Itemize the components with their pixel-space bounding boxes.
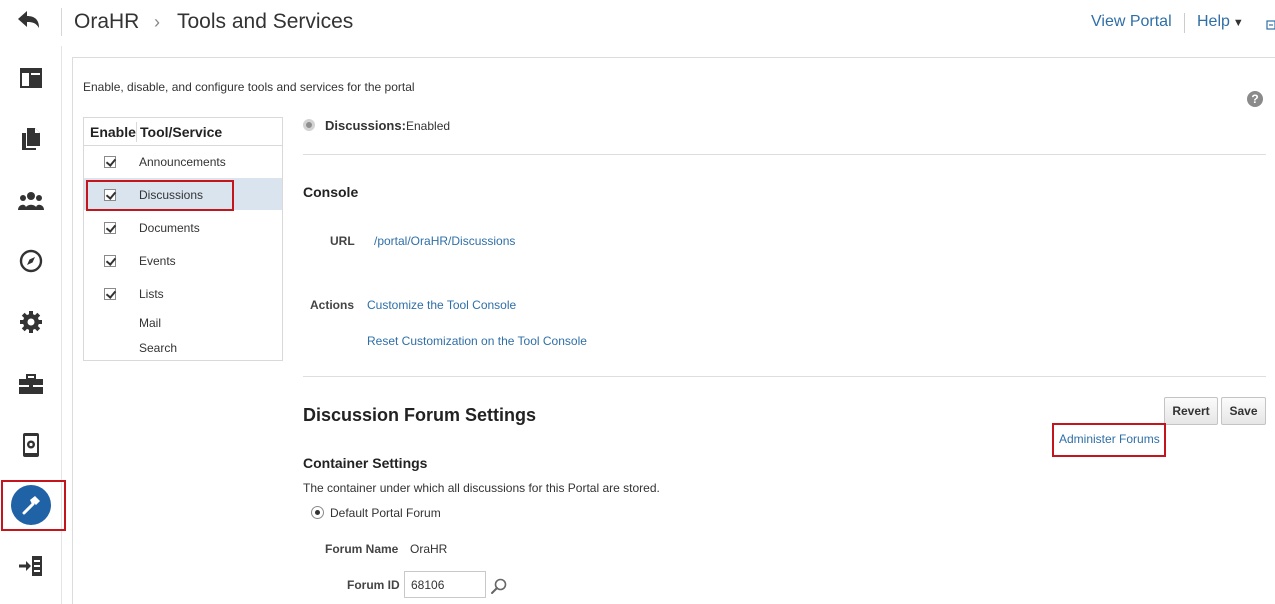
intro-text: Enable, disable, and configure tools and… bbox=[83, 80, 415, 94]
tool-row-events[interactable]: Events bbox=[84, 245, 282, 277]
revert-button[interactable]: Revert bbox=[1164, 397, 1218, 425]
enable-checkbox[interactable] bbox=[104, 156, 116, 168]
hammer-icon[interactable] bbox=[11, 485, 51, 525]
status-label: Discussions: bbox=[325, 118, 406, 133]
default-forum-label: Default Portal Forum bbox=[330, 506, 441, 520]
administer-forums-link[interactable]: Administer Forums bbox=[1059, 432, 1160, 446]
members-icon[interactable] bbox=[0, 177, 62, 225]
console-heading: Console bbox=[303, 184, 359, 200]
search-icon[interactable] bbox=[490, 577, 508, 595]
tool-row-documents[interactable]: Documents bbox=[84, 212, 282, 244]
help-label: Help bbox=[1197, 13, 1230, 30]
tool-row-announcements[interactable]: Announcements bbox=[84, 146, 282, 178]
console-url-link[interactable]: /portal/OraHR/Discussions bbox=[374, 234, 515, 248]
column-divider bbox=[136, 122, 137, 142]
tool-label: Search bbox=[139, 341, 178, 355]
enable-checkbox[interactable] bbox=[104, 255, 116, 267]
customize-console-link[interactable]: Customize the Tool Console bbox=[367, 298, 516, 312]
help-menu[interactable]: Help ▼ bbox=[1197, 13, 1244, 31]
header-divider bbox=[61, 8, 62, 36]
header-bar: OraHR › Tools and Services View Portal H… bbox=[0, 0, 1275, 46]
device-settings-icon[interactable] bbox=[0, 421, 62, 469]
overflow-icon[interactable] bbox=[1266, 17, 1275, 30]
actions-label: Actions bbox=[310, 298, 355, 312]
column-header-enable: Enable bbox=[90, 124, 136, 140]
breadcrumb-separator: › bbox=[154, 12, 160, 32]
forum-name-label: Forum Name bbox=[325, 542, 399, 556]
selected-row-highlight bbox=[86, 180, 234, 211]
enable-checkbox[interactable] bbox=[104, 222, 116, 234]
container-settings-heading: Container Settings bbox=[303, 455, 428, 471]
view-portal-link[interactable]: View Portal bbox=[1091, 13, 1172, 31]
container-description: The container under which all discussion… bbox=[303, 481, 660, 495]
tool-row-lists[interactable]: Lists bbox=[84, 278, 282, 310]
forum-id-input[interactable] bbox=[404, 571, 486, 598]
forum-name-value: OraHR bbox=[410, 542, 448, 556]
tool-row-mail[interactable]: Mail bbox=[84, 308, 282, 332]
default-forum-radio[interactable] bbox=[311, 506, 324, 519]
tool-label: Mail bbox=[139, 316, 162, 330]
sidebar-rail bbox=[0, 46, 66, 604]
status-value: Enabled bbox=[406, 119, 451, 133]
tool-label: Lists bbox=[139, 287, 164, 301]
tool-label: Announcements bbox=[139, 155, 226, 169]
pages-icon[interactable] bbox=[0, 115, 62, 163]
tool-row-search[interactable]: Search bbox=[84, 332, 282, 358]
forum-settings-heading: Discussion Forum Settings bbox=[303, 405, 537, 425]
divider bbox=[303, 376, 1266, 377]
rail-item-tools[interactable] bbox=[0, 481, 62, 529]
header-link-divider bbox=[1184, 13, 1185, 33]
url-label: URL bbox=[330, 234, 355, 248]
save-button[interactable]: Save bbox=[1221, 397, 1266, 425]
back-icon[interactable] bbox=[14, 8, 44, 34]
page-title: Tools and Services bbox=[177, 10, 354, 33]
tool-label: Events bbox=[139, 254, 176, 268]
help-icon[interactable]: ? bbox=[1247, 91, 1263, 107]
forum-id-label: Forum ID bbox=[347, 578, 400, 592]
divider bbox=[303, 154, 1266, 155]
caret-down-icon: ▼ bbox=[1232, 17, 1244, 29]
layout-icon[interactable] bbox=[0, 54, 62, 102]
column-header-tool: Tool/Service bbox=[140, 124, 223, 140]
exit-icon[interactable] bbox=[0, 542, 62, 590]
tool-label: Documents bbox=[139, 221, 200, 235]
enable-checkbox[interactable] bbox=[104, 288, 116, 300]
toolbox-icon[interactable] bbox=[0, 360, 62, 408]
compass-icon[interactable] bbox=[0, 237, 62, 285]
tools-table: Enable Tool/Service Announcements Discus… bbox=[83, 117, 283, 361]
breadcrumb-root[interactable]: OraHR bbox=[74, 10, 139, 34]
gear-icon[interactable] bbox=[0, 298, 62, 346]
reset-customization-link[interactable]: Reset Customization on the Tool Console bbox=[367, 334, 587, 348]
status-indicator bbox=[303, 119, 315, 131]
